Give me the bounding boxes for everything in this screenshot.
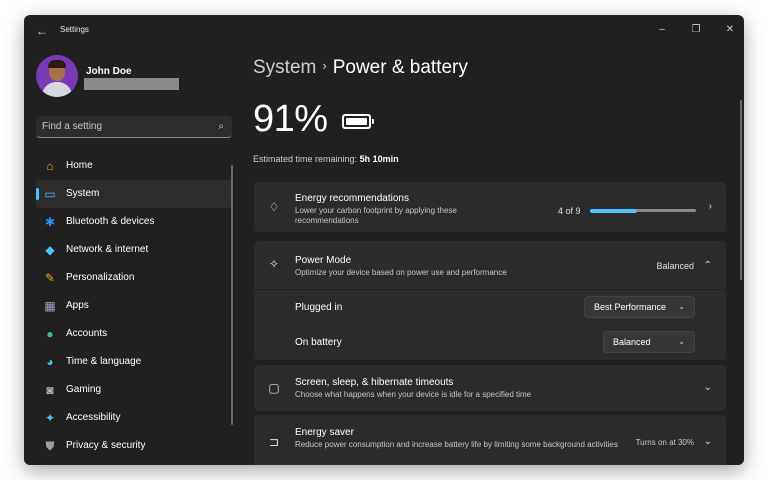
apps-icon: ▦ [44,299,56,313]
sidebar-item-label: Accounts [66,328,108,339]
sidebar-item-label: Privacy & security [66,440,146,451]
breadcrumb-separator: › [322,58,327,73]
breadcrumb: System › Power & battery [253,57,468,79]
on-battery-select[interactable]: Balanced ⌄ [603,331,695,353]
chevron-down-icon: ⌄ [678,302,685,311]
sidebar-scrollbar[interactable] [231,165,233,425]
home-icon: ⌂ [46,159,54,173]
chevron-right-icon: › [708,201,712,212]
sidebar-item-system[interactable]: ▭ System [36,180,232,208]
main-scrollbar[interactable] [740,100,742,280]
sidebar-item-label: Time & language [66,356,142,367]
sidebar-item-home[interactable]: ⌂ Home [36,152,232,180]
sidebar-nav: ⌂ Home ▭ System ✱ Bluetooth & devices ◆ Network… [36,152,232,460]
chevron-up-icon: ⌃ [703,260,712,271]
shield-icon: ⛊ [45,439,55,453]
sidebar-item-gaming[interactable]: ◙ Gaming [36,376,232,404]
avatar-body [42,82,72,97]
avatar[interactable] [36,55,78,97]
power-mode-icon: ✧ [268,257,280,271]
screen-sleep-title: Screen, sleep, & hibernate timeouts [295,377,454,388]
sidebar-item-label: Gaming [66,384,102,395]
accounts-icon: ● [46,327,54,341]
power-mode-desc: Optimize your device based on power use … [295,268,507,277]
battery-icon [342,114,374,129]
sidebar-item-privacy-security[interactable]: ⛊ Privacy & security [36,432,232,460]
estimated-time-label: Estimated time remaining: [253,154,358,164]
leaf-icon: ♢ [268,200,280,214]
chevron-down-icon: ⌄ [678,337,685,346]
user-email-redacted [84,78,179,90]
energy-recommendations-progress-text: 4 of 9 [558,206,581,216]
brush-icon: ✎ [44,271,56,285]
on-battery-select-value: Balanced [613,337,651,347]
sidebar-item-label: Apps [66,300,89,311]
energy-recommendations-title: Energy recommendations [295,193,409,204]
wifi-icon: ◆ [45,243,55,257]
energy-recommendations-progress-fill [590,208,638,213]
plugged-in-row: Plugged in Best Performance ⌄ [254,290,726,325]
settings-window: ← Settings – ❐ ✕ John Doe ⌕ ⌂ Home ▭ System… [24,15,744,465]
sidebar-item-personalization[interactable]: ✎ Personalization [36,264,232,292]
plugged-in-select-value: Best Performance [594,302,667,312]
sidebar-item-accessibility[interactable]: ✦ Accessibility [36,404,232,432]
user-name: John Doe [86,66,132,77]
page-title: Power & battery [332,57,468,78]
breadcrumb-parent[interactable]: System [253,57,316,78]
bluetooth-icon: ✱ [44,215,56,229]
sidebar-item-label: Personalization [66,272,135,283]
close-button[interactable]: ✕ [716,20,744,40]
screen-sleep-card[interactable]: ▢ Screen, sleep, & hibernate timeouts Ch… [254,365,726,411]
battery-level-fill [346,118,367,125]
energy-saver-desc: Reduce power consumption and increase ba… [295,440,618,449]
chevron-down-icon: ⌄ [703,382,712,393]
back-button[interactable]: ← [34,23,50,39]
on-battery-label: On battery [295,337,342,348]
plugged-in-label: Plugged in [295,302,343,313]
power-mode-value: Balanced [656,261,694,271]
energy-recommendations-card[interactable]: ♢ Energy recommendations Lower your carb… [254,182,726,232]
sidebar-item-apps[interactable]: ▦ Apps [36,292,232,320]
energy-saver-card[interactable]: ⊐ Energy saver Reduce power consumption … [254,415,726,465]
screen-sleep-desc: Choose what happens when your device is … [295,390,532,399]
power-mode-title: Power Mode [295,255,352,266]
search-input[interactable] [42,116,212,137]
active-indicator [36,188,39,200]
energy-recommendations-progress-bar [590,208,696,213]
search-box[interactable]: ⌕ [36,116,232,138]
title-bar: ← Settings – ❐ ✕ [24,15,744,47]
on-battery-row: On battery Balanced ⌄ [254,325,726,360]
estimated-time: Estimated time remaining: 5h 10min [253,154,399,164]
sidebar-item-network-internet[interactable]: ◆ Network & internet [36,236,232,264]
maximize-button[interactable]: ❐ [682,20,710,40]
globe-icon: ◕ [46,355,54,369]
sidebar-item-accounts[interactable]: ● Accounts [36,320,232,348]
search-icon[interactable]: ⌕ [218,121,224,132]
sidebar-item-bluetooth-devices[interactable]: ✱ Bluetooth & devices [36,208,232,236]
energy-saver-title: Energy saver [295,427,354,438]
battery-percentage: 91% [253,98,328,140]
sidebar-item-label: System [66,188,100,199]
screen-sleep-icon: ▢ [268,381,280,395]
chevron-down-icon: ⌄ [703,436,712,447]
sidebar-item-label: Home [66,160,93,171]
accessibility-icon: ✦ [44,411,56,425]
sidebar-item-label: Accessibility [66,412,121,423]
power-mode-card[interactable]: ✧ Power Mode Optimize your device based … [254,241,726,289]
app-title: Settings [60,25,89,34]
estimated-time-value: 5h 10min [359,154,399,164]
minimize-button[interactable]: – [648,20,676,40]
energy-saver-value: Turns on at 30% [635,438,694,447]
sidebar-item-label: Bluetooth & devices [66,216,155,227]
sidebar-item-label: Network & internet [66,244,149,255]
battery-tip [372,119,374,124]
sidebar-item-time-language[interactable]: ◕ Time & language [36,348,232,376]
energy-recommendations-desc: Lower your carbon footprint by applying … [295,206,457,225]
plugged-in-select[interactable]: Best Performance ⌄ [584,296,695,318]
energy-saver-icon: ⊐ [268,435,280,449]
avatar-hair [48,60,66,68]
gamepad-icon: ◙ [46,383,54,397]
system-icon: ▭ [44,187,56,201]
